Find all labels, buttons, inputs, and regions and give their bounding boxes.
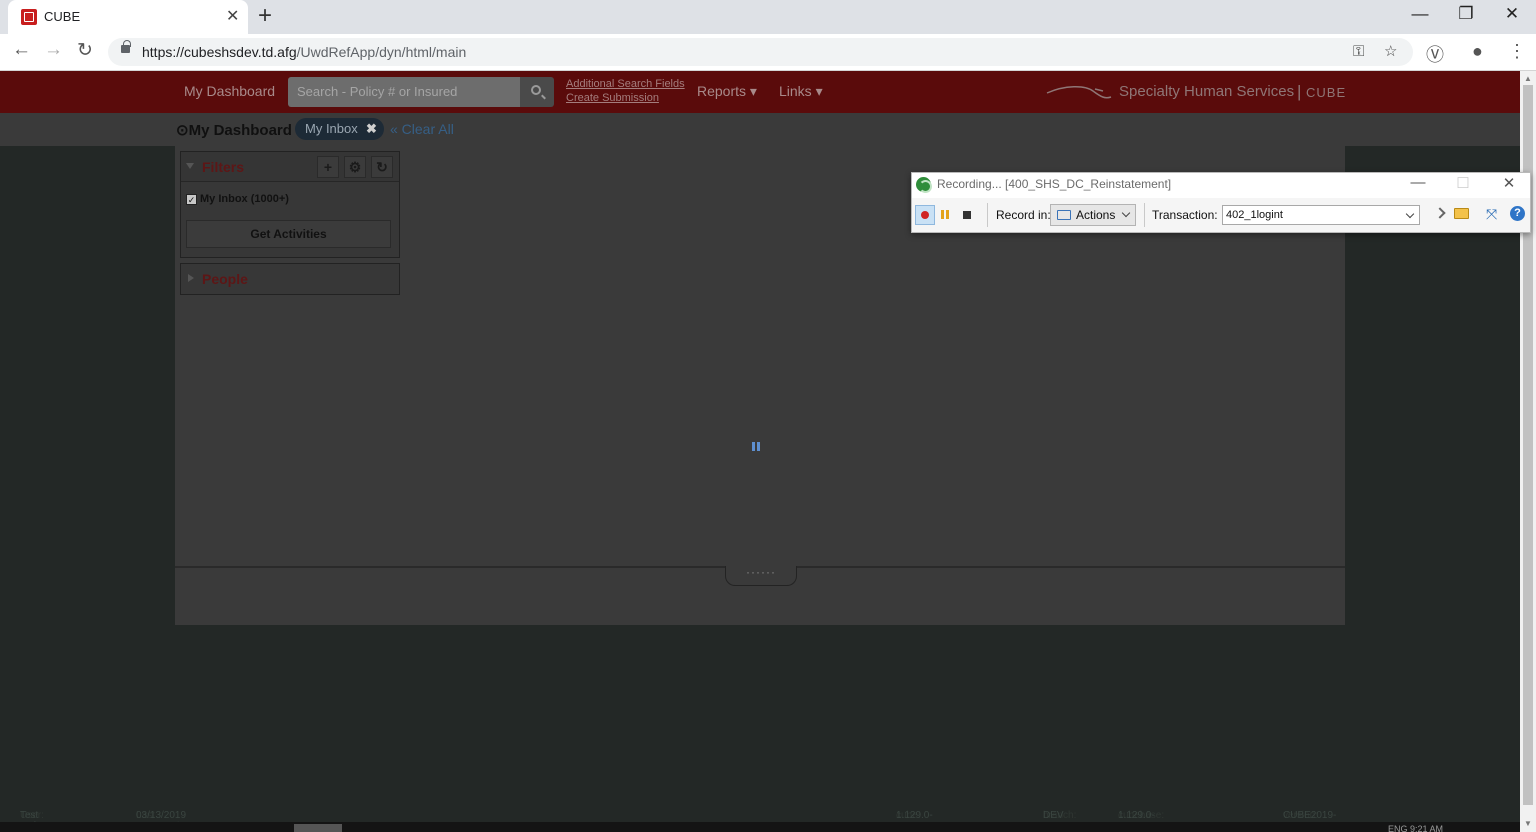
restore-icon[interactable]: ❐: [1443, 4, 1489, 24]
pause-button-icon[interactable]: [936, 205, 956, 225]
lock-icon: [121, 40, 131, 53]
chevron-down-icon: [1405, 209, 1415, 219]
recorder-minimize-icon[interactable]: —: [1403, 174, 1433, 191]
browser-tab-strip: CUBE ✕ + — ❐ ✕: [0, 0, 1536, 34]
filters-panel: Filters + ⚙ ↻ ✓ My Inbox (1000+) Get Act…: [180, 151, 400, 258]
close-window-icon[interactable]: ✕: [1489, 4, 1535, 24]
bookmark-star-icon[interactable]: ☆: [1384, 38, 1397, 66]
brand-cube: CUBE: [1306, 85, 1347, 100]
help-icon[interactable]: ?: [1510, 206, 1525, 221]
clear-all-link[interactable]: « Clear All: [390, 121, 454, 137]
transaction-label: Transaction:: [1152, 208, 1218, 222]
menu-kebab-icon[interactable]: ⋮: [1508, 41, 1526, 62]
taskbar-item[interactable]: [294, 824, 342, 832]
folder-icon: [1057, 210, 1071, 220]
cube-favicon-icon: [21, 9, 37, 25]
collapse-arrows-icon[interactable]: ⤧: [1486, 206, 1497, 223]
forward-icon[interactable]: →: [44, 39, 63, 61]
recorder-logo-icon: [916, 177, 932, 193]
stop-button-icon[interactable]: [958, 205, 978, 225]
browser-tab[interactable]: CUBE ✕: [8, 0, 248, 34]
profile-icon[interactable]: ●: [1472, 41, 1483, 62]
os-taskbar: ENG 9:21 AM: [0, 822, 1520, 832]
collapse-caret-icon[interactable]: [186, 163, 194, 169]
filters-header[interactable]: Filters + ⚙ ↻: [181, 152, 399, 182]
filter-row-my-inbox: ✓ My Inbox (1000+): [181, 183, 399, 215]
open-folder-icon[interactable]: [1454, 208, 1469, 219]
people-title: People: [202, 271, 248, 287]
status-bar: User: Test RefApp2 Last Accessed: 03/13/…: [20, 810, 1337, 832]
brand-divider: |: [1297, 82, 1302, 101]
my-inbox-label: My Inbox (1000+): [200, 193, 289, 205]
toolbar-divider: [1144, 203, 1145, 227]
browser-toolbar: ← → ↻ https://cubeshsdev.td.afg/UwdRefAp…: [0, 34, 1536, 71]
back-icon[interactable]: ←: [12, 39, 31, 61]
additional-search-link[interactable]: Additional Search Fields: [566, 78, 685, 90]
toolbar-divider: [987, 203, 988, 227]
extension-icon[interactable]: Ⓥ: [1426, 41, 1444, 67]
url-text: https://cubeshsdev.td.afg/UwdRefApp/dyn/…: [142, 44, 467, 60]
my-inbox-checkbox[interactable]: ✓: [186, 194, 197, 205]
recording-controls: Record in: Actions Transaction: 402_1log…: [912, 198, 1530, 232]
add-filter-icon[interactable]: +: [317, 156, 339, 178]
get-activities-button[interactable]: Get Activities: [186, 220, 391, 248]
brand-name: Specialty Human Services: [1119, 83, 1295, 100]
scroll-down-icon[interactable]: ▼: [1524, 819, 1532, 828]
taskbar-clock: ENG 9:21 AM: [1388, 824, 1444, 832]
resize-grip-handle[interactable]: ······: [725, 566, 797, 586]
key-icon[interactable]: ⚿: [1353, 38, 1364, 66]
nav-links[interactable]: Links ▾: [779, 83, 823, 100]
search-button[interactable]: [520, 77, 554, 107]
recording-toolbar-window: Recording... [400_SHS_DC_Reinstatement] …: [911, 172, 1531, 233]
address-bar[interactable]: https://cubeshsdev.td.afg/UwdRefApp/dyn/…: [108, 38, 1413, 66]
recording-title: Recording... [400_SHS_DC_Reinstatement]: [937, 177, 1172, 191]
recording-titlebar[interactable]: Recording... [400_SHS_DC_Reinstatement] …: [912, 173, 1530, 197]
recorder-close-icon[interactable]: ✕: [1494, 174, 1524, 192]
top-nav: My Dashboard Search - Policy # or Insure…: [0, 71, 1520, 129]
nav-my-dashboard[interactable]: My Dashboard: [184, 83, 275, 99]
nav-reports[interactable]: Reports ▾: [697, 83, 757, 100]
bottom-pane: ······: [175, 566, 1345, 625]
recorder-maximize-icon[interactable]: ☐: [1448, 174, 1478, 192]
record-in-dropdown[interactable]: Actions: [1050, 204, 1136, 226]
remove-chip-icon[interactable]: ✖: [366, 118, 377, 140]
policy-search-input[interactable]: Search - Policy # or Insured Name/DBA: [288, 77, 520, 129]
record-button-icon[interactable]: [915, 205, 935, 225]
search-icon: [531, 85, 541, 95]
filter-chip-my-inbox[interactable]: My Inbox ✖: [295, 118, 384, 140]
transaction-dropdown[interactable]: 402_1logint: [1222, 205, 1420, 225]
start-transaction-icon[interactable]: [1434, 207, 1446, 219]
brand-swoosh-logo: [1046, 86, 1112, 99]
loading-spinner-icon: [752, 442, 762, 452]
page-title: ⊙My Dashboard: [176, 122, 292, 139]
minimize-icon[interactable]: —: [1397, 4, 1443, 24]
settings-gear-icon[interactable]: ⚙: [344, 156, 366, 178]
people-panel[interactable]: People: [180, 263, 400, 295]
create-submission-link[interactable]: Create Submission: [566, 92, 659, 104]
chevron-down-icon: [1121, 208, 1131, 218]
reload-icon[interactable]: ↻: [77, 39, 93, 62]
tab-title: CUBE: [44, 9, 81, 24]
refresh-icon[interactable]: ↻: [371, 156, 393, 178]
breadcrumb-bar: ⊙My Dashboard My Inbox ✖ « Clear All: [0, 113, 1520, 146]
expand-caret-icon[interactable]: [188, 274, 194, 282]
tab-close-icon[interactable]: ✕: [226, 6, 239, 26]
filters-title: Filters: [202, 159, 245, 175]
scroll-up-icon[interactable]: ▲: [1524, 74, 1532, 83]
record-in-label: Record in:: [996, 208, 1051, 222]
new-tab-icon[interactable]: +: [258, 3, 272, 29]
